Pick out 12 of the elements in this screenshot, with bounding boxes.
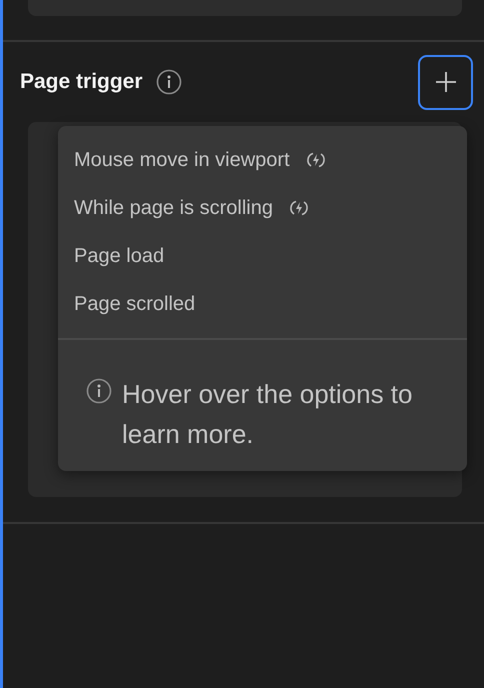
info-icon	[86, 378, 112, 404]
cycle-bolt-icon	[288, 198, 309, 218]
hint-text: Hover over the options to learn more.	[122, 378, 414, 451]
menu-item[interactable]: Page load	[74, 232, 164, 280]
section-title: Page trigger	[20, 70, 143, 94]
cycle-bolt-icon	[306, 150, 326, 170]
menu-item[interactable]: While page is scrolling	[74, 184, 309, 232]
add-button[interactable]	[418, 54, 473, 110]
menu-item[interactable]: Mouse move in viewport	[74, 136, 326, 184]
info-icon	[156, 69, 182, 95]
menu-item[interactable]: Page scrolled	[74, 280, 196, 328]
plus-icon	[434, 70, 458, 94]
